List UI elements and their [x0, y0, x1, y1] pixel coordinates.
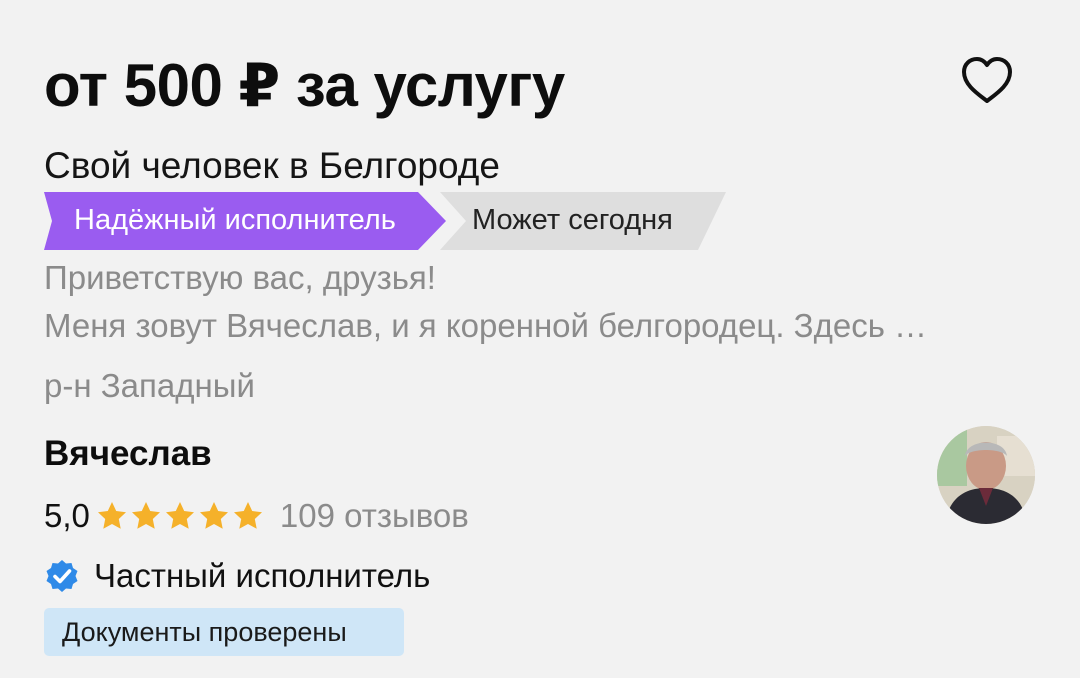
star-icon — [199, 502, 228, 529]
description: Приветствую вас, друзья! Меня зовут Вяче… — [44, 254, 1034, 350]
verified-check-icon — [46, 560, 78, 592]
listing-card[interactable]: от 500 ₽ за услугу Свой человек в Белгор… — [0, 0, 1080, 678]
documents-verified-badge: Документы проверены — [44, 608, 404, 656]
avatar-photo — [937, 426, 1035, 524]
rating-row: 5,0 109 отзывов — [44, 494, 469, 538]
price: от 500 ₽ за услугу — [44, 52, 565, 119]
star-icon — [233, 502, 262, 529]
tag-can-today: Может сегодня — [440, 192, 726, 250]
description-line-1: Приветствую вас, друзья! — [44, 259, 436, 296]
reviews-link[interactable]: 109 отзывов — [280, 494, 469, 538]
star-icon — [165, 502, 194, 529]
description-line-2: Меня зовут Вячеслав, и я коренной белгор… — [44, 307, 928, 344]
star-icon — [131, 502, 160, 529]
star-icon — [97, 502, 126, 529]
rating-score: 5,0 — [44, 497, 90, 534]
avatar[interactable] — [937, 426, 1035, 524]
rating-stars — [96, 500, 266, 532]
listing-title: Свой человек в Белгороде — [44, 145, 500, 186]
provider-name[interactable]: Вячеслав — [44, 432, 212, 476]
district: р-н Западный — [44, 367, 255, 404]
status-row: Частный исполнитель — [44, 554, 430, 598]
provider-status: Частный исполнитель — [94, 557, 431, 594]
favorite-heart-icon[interactable] — [958, 54, 1016, 106]
tags-row: Может сегодня Надёжный исполнитель — [44, 192, 744, 250]
tag-reliable-executor: Надёжный исполнитель — [44, 192, 446, 250]
